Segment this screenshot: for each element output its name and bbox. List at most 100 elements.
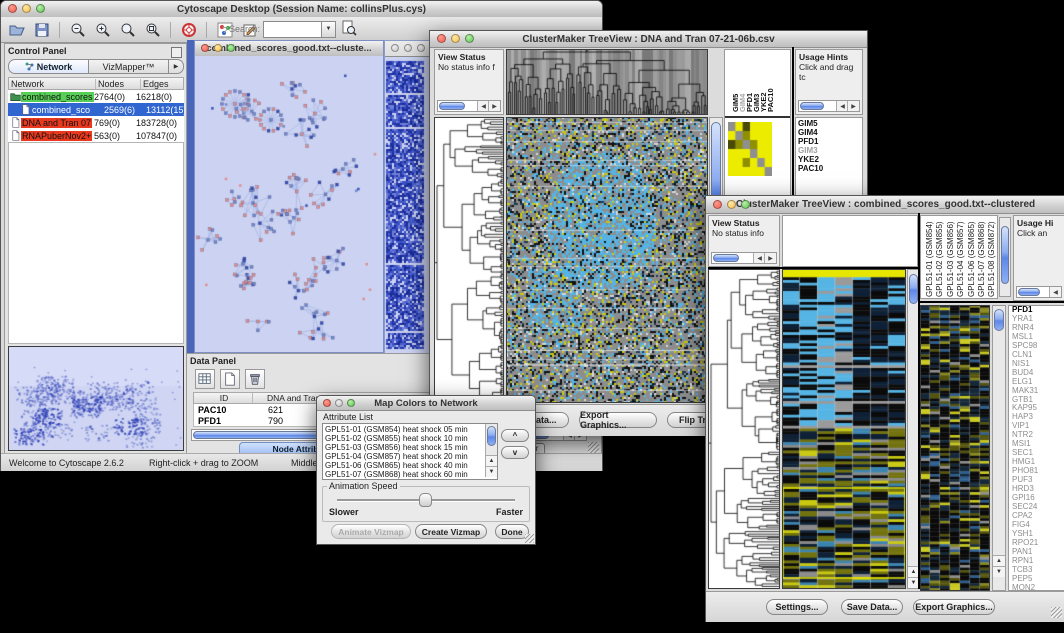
table-icon[interactable] [198,372,212,386]
tv1-row-label[interactable]: PFD1 [798,137,862,146]
tv2-titlebar[interactable]: ClusterMaker TreeView : combined_scores_… [706,196,1064,214]
data-col-id[interactable]: ID [194,393,253,403]
tab-overflow-icon[interactable]: ▶ [169,59,184,74]
close-icon[interactable] [437,34,446,43]
tv2-sub-vscrollbar[interactable]: ▲▼ [992,305,1006,591]
save-icon[interactable] [34,22,50,38]
tv2-gene-labels[interactable]: PFD1YRA1RNR4MSL1SPC98CLN1NIS1BUD4ELG1MAK… [1008,305,1064,591]
export-graphics-button[interactable]: Export Graphics... [913,599,995,615]
zoom-window-icon[interactable] [36,4,45,13]
zoom-window-icon[interactable] [347,399,355,407]
tv2-column-label[interactable]: GPL51-03 (GSM856) [946,221,955,297]
tv2-column-label[interactable]: GPL51-01 (GSM854) [925,221,934,297]
network-list-row[interactable]: combined_sco2569(6)13112(15) [8,103,184,116]
network-search-icon[interactable] [341,20,357,36]
attribute-list-item[interactable]: GPL51-06 (GSM865) heat shock 40 min [323,461,485,470]
attribute-list-item[interactable]: GPL51-01 (GSM854) heat shock 05 min [323,425,485,434]
tv2-expression-heatmap[interactable] [920,305,990,591]
dense-network-view[interactable] [385,59,425,354]
tv2-column-label[interactable]: GPL51-02 (GSM855) [935,221,944,297]
network-list-row[interactable]: combined_scores2764(0)16218(0) [8,90,184,103]
float-panel-icon[interactable] [171,47,182,58]
create-vizmap-button[interactable]: Create Vizmap [415,524,487,539]
tv2-usage-hscrollbar[interactable]: ◀ [1016,286,1062,298]
help-icon-button[interactable] [179,20,198,39]
attribute-list-item[interactable]: GPL51-04 (GSM857) heat shock 20 min [323,452,485,461]
speed-slider-thumb[interactable] [419,493,432,507]
resize-grip[interactable] [1051,607,1062,618]
minimize-icon[interactable] [214,44,222,52]
close-icon[interactable] [323,399,331,407]
minimize-icon[interactable] [727,200,736,209]
minimize-icon[interactable] [404,44,412,52]
zoom-selected-icon-button[interactable] [143,20,162,39]
open-icon[interactable] [9,22,25,38]
file[interactable] [20,104,31,115]
minimize-icon[interactable] [451,34,460,43]
tv1-summary-heatmap[interactable] [728,122,772,176]
tab-vizmapper[interactable]: VizMapper™ [89,59,169,74]
resize-grip[interactable] [525,534,534,543]
help-icon[interactable] [181,22,197,38]
save-data-button[interactable]: Save Data... [841,599,903,615]
tv2-row-dendrogram[interactable] [708,269,780,589]
resize-grip[interactable] [588,442,599,453]
tv1-usage-hscrollbar[interactable]: ◀▶ [798,100,860,112]
col-nodes[interactable]: Nodes [96,79,141,89]
close-icon[interactable] [391,44,399,52]
tv2-column-dendrogram-area[interactable] [782,215,918,267]
save-icon-button[interactable] [32,20,51,39]
tv1-column-dendrogram[interactable] [506,49,708,115]
tv2-status-hscrollbar[interactable]: ◀▶ [711,252,777,264]
attribute-list-scrollbar[interactable]: ▲▼ [485,424,497,477]
tv2-collabel-scrollbar[interactable] [999,217,1011,297]
tv1-row-label[interactable]: PAC10 [798,164,862,173]
close-icon[interactable] [713,200,722,209]
new-attribute-icon[interactable] [223,372,237,386]
tv1-row-dendrogram[interactable] [434,117,504,403]
animate-vizmap-button[interactable]: Animate Vizmap [331,524,411,539]
tv2-column-labels[interactable]: GPL51-01 (GSM854)GPL51-02 (GSM855)GPL51-… [920,215,998,299]
tv1-row-label[interactable]: GIM5 [798,119,862,128]
open-icon-button[interactable] [7,20,26,39]
zoom-out-icon-button[interactable] [68,20,87,39]
tv1-heatmap[interactable] [506,117,708,403]
tv1-column-label[interactable]: PAC10 [766,88,775,112]
tv1-status-hscrollbar[interactable]: ◀▶ [437,100,501,112]
col-edges[interactable]: Edges [141,79,183,89]
col-network[interactable]: Network [9,79,96,89]
dialog-titlebar[interactable]: Map Colors to Network [317,396,535,411]
frame1-titlebar[interactable]: combined_scores_good.txt--cluste... [195,41,383,57]
tv1-row-label[interactable]: GIM4 [798,128,862,137]
minimize-icon[interactable] [22,4,31,13]
zoom-window-icon[interactable] [741,200,750,209]
move-down-button[interactable]: v [501,446,529,459]
move-up-button[interactable]: ^ [501,429,529,442]
zoom-window-icon[interactable] [227,44,235,52]
delete-attribute-icon[interactable] [248,372,262,386]
zoom-selected-icon[interactable] [145,22,161,38]
tv1-row-label[interactable]: GIM3 [798,146,862,155]
minimize-icon[interactable] [335,399,343,407]
network-list-row[interactable]: DNA and Tran 07769(0)183728(0) [8,116,184,129]
tv2-gene-label[interactable]: MON2 [1012,584,1064,591]
tv2-column-label[interactable]: GPL51-06 (GSM865) [967,221,976,297]
done-button[interactable]: Done [495,524,529,539]
close-icon[interactable] [201,44,209,52]
search-input[interactable] [263,21,323,38]
attribute-list[interactable]: GPL51-01 (GSM854) heat shock 05 min GPL51… [322,423,498,480]
new-attribute-icon-button[interactable] [220,369,240,389]
tv2-column-label[interactable]: GPL51-08 (GSM872) [987,221,996,297]
file[interactable] [10,130,21,141]
tv1-row-label[interactable]: YKE2 [798,155,862,164]
zoom-fit-icon[interactable] [120,22,136,38]
tv2-heatmap[interactable] [782,269,906,589]
attribute-list-item[interactable]: GPL51-03 (GSM856) heat shock 15 min [323,443,485,452]
tab-network[interactable]: Network [8,59,89,74]
zoom-in-icon[interactable] [95,22,111,38]
zoom-in-icon-button[interactable] [93,20,112,39]
zoom-out-icon[interactable] [70,22,86,38]
folder[interactable] [10,91,21,102]
zoom-window-icon[interactable] [465,34,474,43]
delete-attribute-icon-button[interactable] [245,369,265,389]
